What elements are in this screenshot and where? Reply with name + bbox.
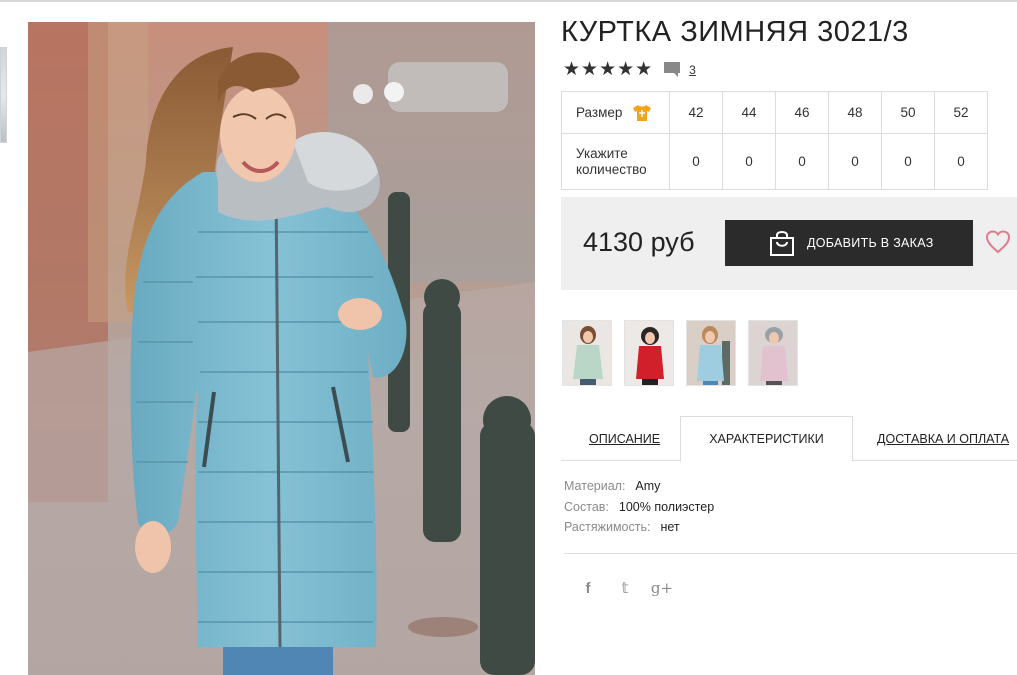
spec-key: Материал: bbox=[564, 479, 626, 493]
size-chart-tshirt-icon[interactable] bbox=[632, 104, 652, 122]
facebook-icon[interactable]: f bbox=[577, 577, 599, 599]
spec-row-material: Материал: Amy bbox=[564, 479, 714, 500]
quantity-label-line1: Укажите bbox=[576, 145, 628, 161]
quantity-input[interactable]: 0 bbox=[934, 133, 988, 190]
quantity-label-line2: количество bbox=[576, 161, 647, 177]
quantity-label-cell: Укажите количество bbox=[561, 133, 670, 190]
spec-row-composition: Состав: 100% полиэстер bbox=[564, 500, 714, 521]
google-plus-icon[interactable]: g+ bbox=[651, 577, 673, 599]
quantity-row: Укажите количество 0 0 0 0 0 0 bbox=[561, 133, 988, 190]
quantity-input[interactable]: 0 bbox=[881, 133, 935, 190]
comment-icon[interactable] bbox=[663, 61, 681, 78]
spec-value: Amy bbox=[635, 479, 661, 493]
thumbnail-mint-coat[interactable] bbox=[562, 320, 612, 386]
size-quantity-table: Размер 42 44 46 48 50 52 Укажите количес… bbox=[561, 91, 988, 190]
size-cell[interactable]: 46 bbox=[775, 91, 829, 134]
quantity-input[interactable]: 0 bbox=[775, 133, 829, 190]
comment-count-link[interactable]: 3 bbox=[689, 63, 696, 77]
size-label-cell: Размер bbox=[561, 91, 670, 134]
section-divider bbox=[564, 553, 1017, 554]
thumbnail-blue-coat[interactable] bbox=[686, 320, 736, 386]
add-to-order-button[interactable]: ДОБАВИТЬ В ЗАКАЗ bbox=[725, 220, 973, 266]
tab-delivery-payment[interactable]: ДОСТАВКА И ОПЛАТА bbox=[877, 416, 1009, 461]
size-cell[interactable]: 44 bbox=[722, 91, 776, 134]
thumbnail-pink-coat[interactable] bbox=[748, 320, 798, 386]
size-cell[interactable]: 52 bbox=[934, 91, 988, 134]
spec-key: Растяжимость: bbox=[564, 520, 651, 534]
size-cell[interactable]: 42 bbox=[669, 91, 723, 134]
twitter-icon[interactable]: 𝕥 bbox=[614, 577, 636, 599]
product-tabs: ОПИСАНИЕ ХАРАКТЕРИСТИКИ ДОСТАВКА И ОПЛАТ… bbox=[561, 416, 1017, 462]
size-cell[interactable]: 50 bbox=[881, 91, 935, 134]
spec-value: 100% полиэстер bbox=[618, 499, 715, 514]
rating-row: ★★★★★ 3 bbox=[563, 58, 696, 81]
spec-row-stretch: Растяжимость: нет bbox=[564, 520, 714, 541]
characteristics-list: Материал: Amy Состав: 100% полиэстер Рас… bbox=[564, 479, 714, 541]
spec-value: нет bbox=[660, 520, 680, 534]
rating-stars[interactable]: ★★★★★ bbox=[563, 58, 653, 81]
size-cell[interactable]: 48 bbox=[828, 91, 882, 134]
price: 4130 руб bbox=[583, 227, 695, 257]
top-border bbox=[0, 0, 1017, 2]
product-title: КУРТКА ЗИМНЯЯ 3021/3 bbox=[561, 16, 909, 48]
wishlist-heart-icon[interactable] bbox=[985, 230, 1011, 254]
spec-key: Состав: bbox=[564, 499, 609, 514]
quantity-input[interactable]: 0 bbox=[828, 133, 882, 190]
shopping-bag-icon bbox=[770, 231, 794, 256]
main-product-photo[interactable] bbox=[28, 22, 535, 675]
quantity-input[interactable]: 0 bbox=[722, 133, 776, 190]
size-row: Размер 42 44 46 48 50 52 bbox=[561, 91, 988, 134]
order-panel: 4130 руб ДОБАВИТЬ В ЗАКАЗ bbox=[561, 197, 1017, 290]
social-share: f 𝕥 g+ bbox=[577, 577, 688, 599]
quantity-input[interactable]: 0 bbox=[669, 133, 723, 190]
add-to-order-label: ДОБАВИТЬ В ЗАКАЗ bbox=[807, 236, 934, 250]
tab-characteristics[interactable]: ХАРАКТЕРИСТИКИ bbox=[680, 416, 853, 462]
partial-side-thumbnail[interactable] bbox=[0, 47, 7, 143]
tab-description[interactable]: ОПИСАНИЕ bbox=[589, 416, 660, 461]
thumbnail-gallery bbox=[562, 320, 810, 386]
thumbnail-red-coat[interactable] bbox=[624, 320, 674, 386]
size-label: Размер bbox=[576, 105, 623, 120]
